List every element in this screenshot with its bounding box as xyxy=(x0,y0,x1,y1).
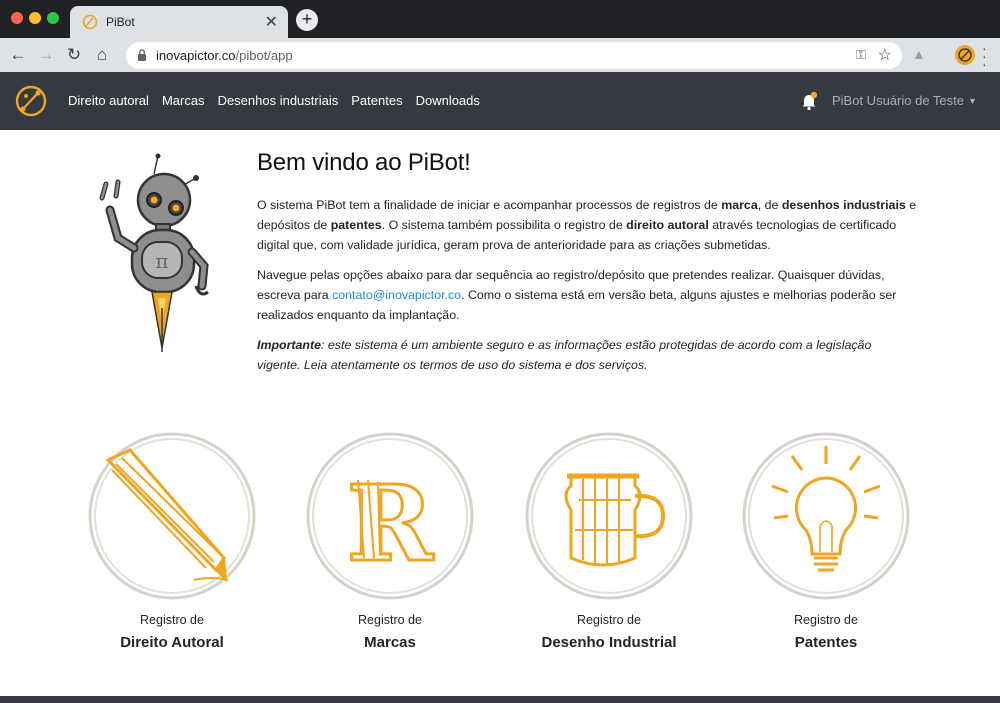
nav-downloads[interactable]: Downloads xyxy=(416,93,480,108)
card-subtitle: Registro de xyxy=(358,613,422,627)
important-notice: Importante: este sistema é um ambiente s… xyxy=(257,338,872,372)
svg-text:R: R xyxy=(347,462,435,585)
nav-desenhos-industriais[interactable]: Desenhos industriais xyxy=(218,93,339,108)
close-window-button[interactable] xyxy=(11,12,23,24)
intro-paragraph: O sistema PiBot tem a finalidade de inic… xyxy=(257,198,917,252)
forward-arrow-icon[interactable]: → xyxy=(34,43,58,67)
chevron-down-icon: ▼ xyxy=(968,96,977,106)
browser-tabstrip: PiBot ✕ + xyxy=(0,0,1000,38)
tab-close-icon[interactable]: ✕ xyxy=(265,12,278,32)
browser-toolbar: ← → ↻ ⌂ inovapictor.co/pibot/app ⚿ ☆ ▲ ·… xyxy=(0,38,1000,72)
mug-icon xyxy=(525,432,693,600)
extension-icon[interactable]: ▲ xyxy=(912,46,926,62)
reload-icon[interactable]: ↻ xyxy=(62,43,86,67)
card-subtitle: Registro de xyxy=(140,613,204,627)
browser-tab[interactable]: PiBot ✕ xyxy=(70,6,288,38)
welcome-section: Bem vindo ao PiBot! O sistema PiBot tem … xyxy=(257,149,917,385)
page-title: Bem vindo ao PiBot! xyxy=(257,149,471,176)
navigation-paragraph: Navegue pelas opções abaixo para dar seq… xyxy=(257,268,897,322)
pen-icon xyxy=(88,432,256,600)
nav-patentes[interactable]: Patentes xyxy=(351,93,402,108)
lock-icon xyxy=(138,49,146,61)
url-text: inovapictor.co/pibot/app xyxy=(156,48,293,63)
card-subtitle: Registro de xyxy=(577,613,641,627)
minimize-window-button[interactable] xyxy=(29,12,41,24)
page-footer xyxy=(0,696,1000,703)
svg-text:π: π xyxy=(155,249,168,273)
card-title: Marcas xyxy=(364,634,416,651)
card-direito-autoral[interactable]: Registro de Direito Autoral xyxy=(80,430,264,651)
main-nav: Direito autoral Marcas Desenhos industri… xyxy=(68,93,480,108)
address-bar[interactable]: inovapictor.co/pibot/app ⚿ ☆ xyxy=(126,42,902,69)
bookmark-star-icon[interactable]: ☆ xyxy=(878,45,892,65)
card-title: Direito Autoral xyxy=(120,634,224,651)
profile-avatar-icon[interactable] xyxy=(954,44,976,66)
back-arrow-icon[interactable]: ← xyxy=(6,43,30,67)
contact-email-link[interactable]: contato@inovapictor.co xyxy=(332,288,461,302)
notification-bell-icon[interactable] xyxy=(800,91,818,111)
new-tab-button[interactable]: + xyxy=(296,9,318,31)
card-desenho-industrial[interactable]: Registro de Desenho Industrial xyxy=(517,430,701,651)
card-title: Desenho Industrial xyxy=(541,634,677,651)
pibot-favicon-icon xyxy=(82,14,98,30)
home-icon[interactable]: ⌂ xyxy=(90,43,114,67)
registration-options: Registro de Direito Autoral R Registro d… xyxy=(80,430,940,660)
user-name: PiBot Usuário de Teste xyxy=(832,93,964,108)
nav-direito-autoral[interactable]: Direito autoral xyxy=(68,93,149,108)
maximize-window-button[interactable] xyxy=(47,12,59,24)
letter-r-icon: R xyxy=(306,432,474,600)
nav-marcas[interactable]: Marcas xyxy=(162,93,205,108)
tab-title: PiBot xyxy=(106,15,135,29)
pibot-logo-icon[interactable] xyxy=(14,84,48,118)
key-icon[interactable]: ⚿ xyxy=(856,47,866,63)
robot-mascot-icon: π xyxy=(99,153,209,352)
card-marcas[interactable]: R Registro de Marcas xyxy=(298,430,482,651)
browser-menu-icon[interactable]: · · · xyxy=(982,41,987,71)
card-title: Patentes xyxy=(794,634,858,651)
lightbulb-icon xyxy=(742,432,910,600)
card-patentes[interactable]: Registro de Patentes xyxy=(734,430,918,651)
user-menu-dropdown[interactable]: PiBot Usuário de Teste ▼ xyxy=(832,93,977,108)
card-subtitle: Registro de xyxy=(794,613,858,627)
app-navbar: Direito autoral Marcas Desenhos industri… xyxy=(0,72,1000,130)
